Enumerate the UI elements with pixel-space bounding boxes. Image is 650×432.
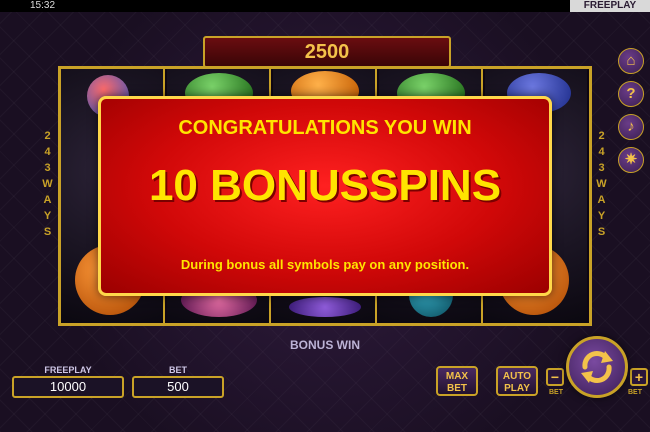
bet-amount-field: 500 xyxy=(132,376,224,398)
help-icon[interactable]: ? xyxy=(618,81,644,107)
clock: 15:32 xyxy=(30,0,56,11)
auto-play-button[interactable]: AUTO PLAY xyxy=(496,366,538,396)
win-amount-display: 2500 xyxy=(203,36,451,68)
bonus-win-dialog[interactable]: CONGRATULATIONS YOU WIN 10 BONUSSPINS Du… xyxy=(98,96,552,296)
freeplay-label: FREEPLAY xyxy=(44,365,92,375)
max-bet-button[interactable]: MAX BET xyxy=(436,366,478,396)
dialog-headline: 10 BONUSSPINS xyxy=(148,161,502,210)
bet-increase-button[interactable]: + xyxy=(630,368,648,386)
settings-icon[interactable]: ✷ xyxy=(618,147,644,173)
home-icon[interactable]: ⌂ xyxy=(618,48,644,74)
bet-decrease-button[interactable]: − xyxy=(546,368,564,386)
freeplay-mode-tab: FREEPLAY xyxy=(570,0,650,12)
dialog-note: During bonus all symbols pay on any posi… xyxy=(180,257,470,272)
sound-icon[interactable]: ♪ xyxy=(618,114,644,140)
freeplay-balance-field: 10000 xyxy=(12,376,124,398)
bet-decrease-tag: BET xyxy=(549,389,563,396)
bonus-win-label: BONUS WIN xyxy=(290,338,360,352)
spin-arrows-icon xyxy=(581,351,613,383)
top-status-bar: 15:32 FREEPLAY xyxy=(0,0,650,12)
dialog-title: CONGRATULATIONS YOU WIN xyxy=(178,117,472,139)
ways-label-right: 2 4 3 W A Y S xyxy=(596,130,608,238)
spin-button[interactable] xyxy=(566,336,628,398)
bet-increase-tag: BET xyxy=(628,389,642,396)
bet-label: BET xyxy=(169,365,187,375)
ways-label-left: 2 4 3 W A Y S xyxy=(42,130,54,238)
grapes-symbol xyxy=(289,297,361,317)
